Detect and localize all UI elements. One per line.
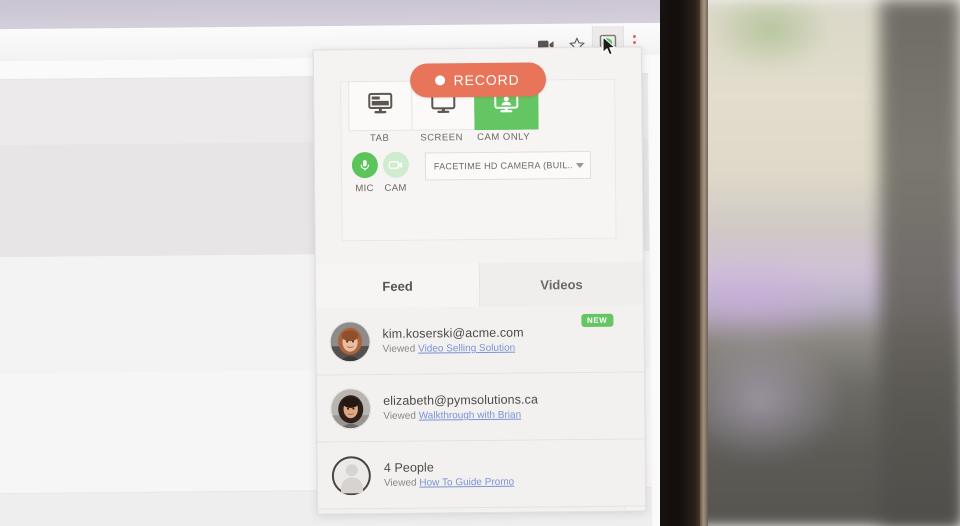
mic-toggle[interactable]: MIC xyxy=(349,151,380,195)
menu-dot xyxy=(632,40,636,44)
record-dot-icon xyxy=(435,75,446,86)
video-link[interactable]: Video Selling Solution xyxy=(418,343,515,355)
list-item-subtitle: Viewed Walkthrough with Brian xyxy=(383,409,630,422)
person-placeholder-icon xyxy=(345,463,358,476)
list-item-title: 4 People xyxy=(383,460,435,475)
capture-mode-label-tab: TAB xyxy=(369,132,390,145)
capture-mode-labels: TAB SCREEN CAM ONLY xyxy=(349,131,535,145)
list-item[interactable]: 4 People Viewed How To Guide Promo xyxy=(317,439,646,510)
list-item-title: kim.koserski@acme.com xyxy=(382,325,524,341)
record-button[interactable]: RECORD xyxy=(409,62,546,98)
background-wall-shadow xyxy=(880,0,960,526)
video-link[interactable]: How To Guide Promo xyxy=(419,477,514,489)
video-camera-icon xyxy=(382,151,409,178)
audio-video-controls: MIC CAM FACETIME HD CAMERA (BUIL... xyxy=(349,150,592,195)
video-link[interactable]: Walkthrough with Brian xyxy=(419,410,522,422)
capture-mode-label-cam-only: CAM ONLY xyxy=(477,131,531,144)
list-item-subtitle: Viewed Video Selling Solution xyxy=(383,342,630,355)
avatar xyxy=(331,388,371,428)
list-item[interactable]: elizabeth@pymsolutions.ca Viewed Walkthr… xyxy=(316,372,645,443)
tab-videos[interactable]: Videos xyxy=(479,261,644,307)
menu-dot xyxy=(632,34,636,38)
list-item-text: kim.koserski@acme.com Viewed Video Selli… xyxy=(382,325,629,355)
avatar xyxy=(330,321,370,361)
list-item-title: elizabeth@pymsolutions.ca xyxy=(383,392,539,408)
cam-toggle-label: CAM xyxy=(384,182,407,194)
list-item-subtitle: Viewed How To Guide Promo xyxy=(384,476,631,489)
list-item[interactable]: kim.koserski@acme.com Viewed Video Selli… xyxy=(316,305,644,376)
tab-feed[interactable]: Feed xyxy=(315,262,481,309)
list-item-text: 4 People Viewed How To Guide Promo xyxy=(383,459,631,489)
capture-mode-tab[interactable] xyxy=(348,80,413,132)
microphone-icon xyxy=(351,151,378,179)
mic-toggle-label: MIC xyxy=(355,183,374,195)
viewed-prefix: Viewed xyxy=(383,410,416,422)
popup-tab-bar: Feed Videos xyxy=(315,261,644,310)
feed-list[interactable]: kim.koserski@acme.com Viewed Video Selli… xyxy=(316,305,646,513)
camera-select-value: FACETIME HD CAMERA (BUIL... xyxy=(433,160,572,172)
camera-select[interactable]: FACETIME HD CAMERA (BUIL... xyxy=(424,150,592,181)
extension-popup-panel: RECORD TAB SCREEN CAM ONLY MIC CAM FACET… xyxy=(312,46,647,515)
person-placeholder-body xyxy=(340,476,363,493)
viewed-prefix: Viewed xyxy=(383,477,417,489)
avatar xyxy=(331,455,372,495)
viewed-prefix: Viewed xyxy=(382,343,416,355)
tab-window-icon xyxy=(367,91,393,120)
monitor-bezel-highlight xyxy=(700,0,708,526)
chevron-down-icon xyxy=(575,162,584,168)
list-item-text: elizabeth@pymsolutions.ca Viewed Walkthr… xyxy=(383,392,630,422)
status-badge: NEW xyxy=(580,313,614,328)
record-button-label: RECORD xyxy=(453,71,520,89)
cam-toggle[interactable]: CAM xyxy=(380,151,411,194)
capture-mode-label-screen: SCREEN xyxy=(420,132,463,144)
